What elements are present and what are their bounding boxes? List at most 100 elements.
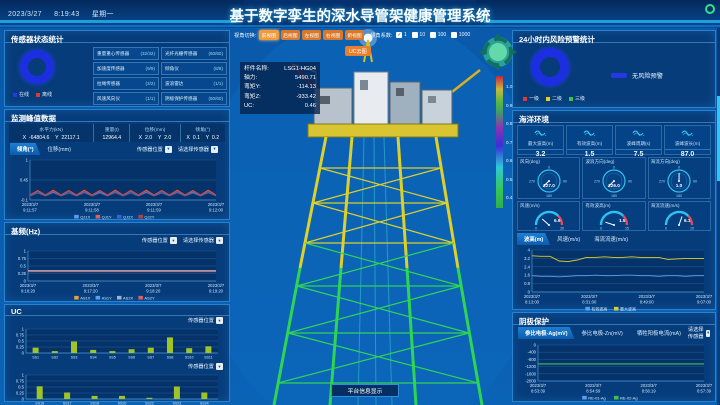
gauge-label: 风速(m/s) — [520, 203, 540, 209]
sensor-donut-chart — [20, 50, 54, 84]
svg-text:SS5: SS5 — [109, 356, 116, 360]
risk-warning-panel: 24小时内风险预警统计 无风险预警 一级二级三级 — [512, 30, 716, 108]
select-dropdown[interactable]: 传感器位置▾ — [137, 146, 172, 153]
status-icon[interactable] — [705, 4, 715, 14]
sensor-item: 加速度传感器(9/9) — [93, 62, 159, 75]
compass-rose-icon[interactable] — [476, 28, 520, 74]
stat-label: 有效波高(m) — [577, 141, 602, 147]
tab[interactable]: 牺牲阳极电流(mA) — [630, 327, 688, 339]
legend-label: 在线 — [19, 91, 29, 98]
svg-text:-1200: -1200 — [525, 364, 536, 369]
dashboard: 2023/3/27 8:19:43 星期一 基于数字孪生的深水导管架健康管理系统… — [0, 0, 720, 405]
svg-text:2023/3/79:07:00: 2023/3/79:07:00 — [696, 294, 712, 305]
sensor-item: 阴极保护传感器(60/60) — [161, 92, 227, 105]
view-button[interactable]: 后视图 — [281, 30, 300, 40]
no-risk-swatch — [611, 73, 627, 78]
tab[interactable]: 风速(m/s) — [550, 233, 587, 245]
coef-option[interactable]: 1000 — [451, 32, 470, 38]
svg-text:270: 270 — [659, 180, 665, 184]
legend-label: 离线 — [42, 91, 52, 98]
select-dropdown[interactable]: 请选择传感器▾ — [688, 326, 710, 340]
svg-text:1: 1 — [22, 373, 25, 378]
coef-option[interactable]: ✓1 — [396, 32, 406, 38]
svg-text:AS1Y: AS1Y — [102, 296, 113, 301]
peak-chart: -0.10.4512023/3/79:11:572023/3/79:11:582… — [10, 156, 224, 220]
svg-text:180: 180 — [546, 194, 552, 198]
svg-text:2023/3/78:31:00: 2023/3/78:31:00 — [581, 294, 598, 305]
wave-icon — [681, 123, 695, 141]
svg-text:2023/3/79:11:57: 2023/3/79:11:57 — [22, 202, 39, 213]
uc-cloud-button[interactable]: UC云图 — [345, 46, 371, 56]
wave-chart: 00.81.62.43.242023/3/78:13:002023/3/78:3… — [516, 246, 712, 312]
svg-text:6.1: 6.1 — [684, 218, 691, 223]
svg-text:QJ2Y: QJ2Y — [144, 215, 154, 220]
view-button[interactable]: 前视图 — [259, 30, 278, 40]
select-dropdown[interactable]: 请选择传感器▾ — [183, 237, 223, 244]
select-dropdown[interactable]: 传感器位置▾ — [188, 363, 223, 370]
risk-panel-title: 24小时内风险预警统计 — [513, 31, 715, 43]
gauge-label: 有效波高(m) — [585, 203, 610, 209]
svg-text:2023/3/79:18:20: 2023/3/79:18:20 — [145, 283, 162, 294]
svg-text:2023/3/79:19:20: 2023/3/79:19:20 — [208, 283, 224, 294]
svg-text:226.0: 226.0 — [608, 183, 620, 188]
tab[interactable]: 海流流速(m/s) — [587, 233, 635, 245]
svg-text:-400: -400 — [528, 350, 537, 355]
colorbar-label: 0.4 — [506, 195, 512, 200]
tab[interactable]: 参比电极-Zn(mV) — [575, 327, 630, 339]
select-dropdown[interactable]: 传感器位置▾ — [142, 237, 177, 244]
svg-text:15: 15 — [625, 227, 629, 231]
dropdown-label: 传感器位置 — [137, 146, 163, 153]
peak-stat: 重量(t)12964.4 — [94, 124, 130, 142]
gauge-label: 海流流速(m/s) — [651, 203, 680, 209]
svg-text:SS22: SS22 — [145, 402, 154, 405]
view-button[interactable]: 俯视图 — [345, 30, 364, 40]
select-dropdown[interactable]: 请选择传感器▾ — [178, 146, 218, 153]
view-button[interactable]: 左视图 — [302, 30, 321, 40]
view-buttons: 前视图后视图左视图右视图俯视图 — [259, 30, 364, 40]
header: 2023/3/27 8:19:43 星期一 基于数字孪生的深水导管架健康管理系统 — [0, 0, 720, 28]
view-button[interactable]: 右视图 — [323, 30, 342, 40]
wave-icon — [632, 123, 646, 141]
svg-text:2023/3/78:54:59: 2023/3/78:54:59 — [585, 383, 602, 394]
legend-item: 一级 — [523, 95, 539, 102]
ocean-stat-tile: 波峰周期(s)7.5 — [615, 125, 662, 155]
svg-text:AS2X: AS2X — [123, 296, 134, 301]
platform-info-button[interactable]: 平台信息显示 — [331, 384, 399, 397]
svg-text:0: 0 — [600, 227, 602, 231]
cp-tabs: 参比电极-Ag(mV)参比电极-Zn(mV)牺牲阳极电流(mA) — [518, 327, 688, 339]
svg-text:SS6: SS6 — [128, 356, 135, 360]
coef-option[interactable]: 10 — [412, 32, 425, 38]
view-controls: 视角切换: 前视图后视图左视图右视图俯视图 倾角系数: ✓1101001000 — [234, 30, 470, 40]
svg-text:SS23: SS23 — [173, 402, 182, 405]
tab[interactable]: 位移(mm) — [41, 143, 78, 155]
svg-text:SS10: SS10 — [185, 356, 194, 360]
peak-tabs: 倾角(°)位移(mm) — [10, 143, 78, 155]
compass-cell: 波浪方向(deg)090180270226.0 — [582, 157, 645, 199]
svg-text:0.5: 0.5 — [18, 385, 24, 390]
select-dropdown[interactable]: 传感器位置▾ — [188, 317, 223, 324]
svg-text:3.2: 3.2 — [524, 256, 530, 261]
member-info-key: 杆件名称: — [244, 65, 269, 74]
datetime: 2023/3/27 8:19:43 星期一 — [8, 9, 124, 19]
tab[interactable]: 波高(m) — [517, 233, 550, 245]
member-info-key: 弯矩Z: — [244, 93, 261, 102]
svg-text:SS20: SS20 — [118, 402, 127, 405]
checkbox-icon — [412, 32, 418, 38]
colorbar-label: 0.8 — [506, 121, 512, 126]
svg-text:1.6: 1.6 — [524, 273, 530, 278]
tab[interactable]: 倾角(°) — [10, 143, 41, 155]
coef-option[interactable]: 100 — [430, 32, 446, 38]
member-info-value: -114.13 — [297, 83, 316, 92]
sensor-grid: 重量重心传感器(32/32)光纤光栅传感器(60/60)加速度传感器(9/9)倾… — [93, 47, 227, 105]
tab[interactable]: 参比电极-Ag(mV) — [518, 327, 575, 339]
svg-text:2023/3/79:17:20: 2023/3/79:17:20 — [83, 283, 100, 294]
dropdown-label: 请选择传感器 — [688, 326, 704, 340]
svg-text:2023/3/79:11:59: 2023/3/79:11:59 — [146, 202, 163, 213]
svg-text:180: 180 — [611, 194, 617, 198]
svg-text:90: 90 — [628, 180, 632, 184]
svg-text:2.4: 2.4 — [524, 264, 530, 269]
svg-text:0: 0 — [534, 343, 537, 348]
svg-text:90: 90 — [693, 180, 697, 184]
sensor-name: 倾角仪 — [165, 66, 179, 72]
peak-stat: 水平力(kN)X -64804.6 Y 22117.1 — [9, 124, 94, 142]
